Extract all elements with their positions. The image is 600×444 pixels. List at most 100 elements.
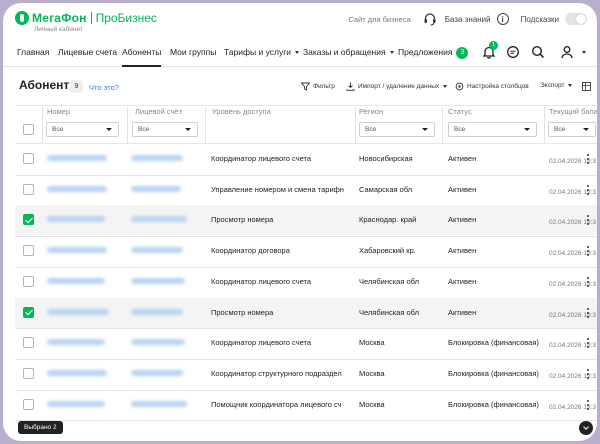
account-number-link[interactable] [131,308,183,315]
import-delete-button[interactable]: Импорт / удаление данных [346,82,448,91]
hints-label: Подсказки [520,14,559,24]
nav-my-groups[interactable]: Мои группы [170,37,216,67]
business-site-link[interactable]: Сайт для бизнеса [348,15,410,24]
more-actions-icon[interactable] [586,399,589,411]
header-balance[interactable]: Текущий бала [549,107,597,116]
more-actions-icon[interactable] [586,246,589,257]
knowledge-base-link[interactable]: База знаний [445,15,491,24]
main-nav: Главная Лицевые счета Абоненты Мои групп… [3,37,597,67]
row-checkbox[interactable] [23,245,34,257]
filter-value: Все [52,126,64,133]
account-number-link[interactable] [131,155,183,161]
row-checkbox[interactable] [23,306,34,318]
row-divider [15,420,597,422]
chevron-down-icon [568,84,573,87]
number-filter-select[interactable]: Все [46,122,119,137]
account-number-link[interactable] [131,185,181,192]
hints-toggle[interactable] [565,13,587,25]
header-status[interactable]: Статус [448,107,472,116]
more-actions-icon[interactable] [586,215,589,226]
export-button[interactable]: Экспорт [540,82,573,89]
chat-icon[interactable] [506,45,520,59]
nav-tariffs[interactable]: Тарифы и услуги [224,37,300,67]
megafon-logo-icon [15,11,29,25]
account-number-link[interactable] [131,277,185,284]
balance-filter-select[interactable]: Все [548,122,596,137]
filter-value: Все [454,126,466,133]
more-actions-icon[interactable] [586,307,589,319]
status-cell: Блокировка (финансовая) [448,368,539,378]
header-access-level[interactable]: Уровень доступа [212,107,271,116]
access-level-cell: Координатор структурного подраздел [211,368,342,378]
select-all-checkbox[interactable] [23,124,34,135]
column-divider [205,107,206,143]
phone-number-link[interactable] [47,369,107,376]
table-row[interactable]: Помощник координатора лицевого сч Москва Б… [15,390,597,420]
phone-number-link[interactable] [47,339,105,346]
info-icon[interactable]: i [496,13,509,25]
nav-orders[interactable]: Заказы и обращения [303,37,394,67]
phone-number-link[interactable] [47,247,107,254]
more-actions-icon[interactable] [586,338,589,349]
phone-number-link[interactable] [47,155,107,161]
user-icon[interactable] [560,45,574,59]
phone-number-link[interactable] [47,185,107,192]
scroll-down-button[interactable] [579,421,593,435]
phone-number-link[interactable] [47,308,109,315]
row-checkbox[interactable] [23,214,34,226]
header-region[interactable]: Регион [359,107,383,116]
more-actions-icon[interactable] [586,276,589,288]
table-row[interactable]: Управление номером и смена тарифн Самарск… [15,175,597,205]
region-cell: Краснодар. край [359,215,417,225]
what-is-this-link[interactable]: Что это? [89,83,119,92]
phone-number-link[interactable] [47,277,105,284]
table-row[interactable]: Просмотр номера Краснодар. край Активен 02.… [15,205,597,236]
nav-offers[interactable]: Предложения 3 [398,37,469,67]
chevron-down-icon [443,85,448,88]
headset-icon[interactable] [423,12,437,26]
filter-icon [301,82,310,91]
table-row[interactable]: Координатор структурного подраздел Москва… [15,359,597,389]
region-cell: Москва [359,399,385,409]
header-number[interactable]: Номер [47,107,70,116]
status-cell: Активен [448,184,477,194]
row-checkbox[interactable] [23,183,34,195]
account-number-link[interactable] [131,247,183,254]
status-filter-select[interactable]: Все [448,122,537,137]
nav-subscribers[interactable]: Абоненты [122,37,162,67]
nav-accounts[interactable]: Лицевые счета [58,37,117,67]
column-divider [544,107,545,143]
account-number-link[interactable] [131,216,187,223]
account-number-link[interactable] [131,400,187,407]
table-row[interactable]: Координатор договора Хабаровский кр. Актив… [15,236,597,266]
region-filter-select[interactable]: Все [359,122,435,137]
row-checkbox[interactable] [23,153,34,164]
row-checkbox[interactable] [23,337,34,349]
column-settings-button[interactable]: Настройка столбцов [455,82,529,91]
nav-home[interactable]: Главная [17,37,49,67]
account-number-link[interactable] [131,369,183,376]
more-actions-icon[interactable] [586,184,589,196]
table-row[interactable]: Координатор лицевого счета Москва Блокиров… [15,328,597,358]
status-cell: Блокировка (финансовая) [448,338,539,348]
table-row[interactable]: Просмотр номера Челябинская обл Активен 02.… [15,297,597,328]
search-icon[interactable] [531,45,545,59]
more-actions-icon[interactable] [586,368,589,380]
logo[interactable]: МегаФон ПроБизнес [15,11,157,25]
row-checkbox[interactable] [23,367,34,379]
table-row[interactable]: Координатор лицевого счета Новосибирская А… [15,144,597,174]
account-filter-select[interactable]: Все [132,122,198,137]
more-actions-icon[interactable] [586,154,589,165]
row-checkbox[interactable] [23,398,34,410]
phone-number-link[interactable] [47,216,105,223]
table-view-icon[interactable] [582,82,591,91]
table-row[interactable]: Координатор лицевого счета Челябинская об… [15,267,597,297]
profile-chevron-icon[interactable] [582,51,586,54]
status-cell: Активен [448,215,477,225]
column-divider [355,107,356,143]
header-account[interactable]: Лицевой счёт [135,107,182,116]
account-number-link[interactable] [131,339,185,346]
row-checkbox[interactable] [23,275,34,287]
filter-button[interactable]: Фильтр [301,82,335,91]
phone-number-link[interactable] [47,400,105,407]
